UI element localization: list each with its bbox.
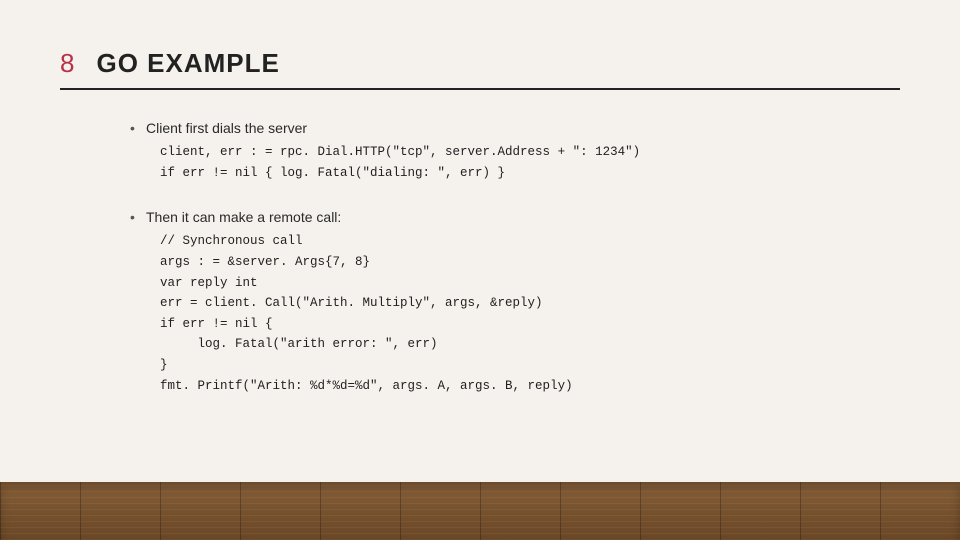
slide-content: Client first dials the server client, er…: [60, 120, 900, 396]
bullet-lead: Then it can make a remote call:: [130, 209, 900, 225]
code-line: fmt. Printf("Arith: %d*%d=%d", args. A, …: [160, 376, 900, 397]
code-line: if err != nil {: [160, 314, 900, 335]
code-line: }: [160, 355, 900, 376]
page-number: 8: [60, 50, 74, 76]
code-line: // Synchronous call: [160, 231, 900, 252]
code-line: args : = &server. Args{7, 8}: [160, 252, 900, 273]
slide-title: GO EXAMPLE: [96, 50, 279, 76]
wood-floor-decoration: [0, 482, 960, 540]
header-row: 8 GO EXAMPLE: [60, 50, 900, 76]
bullet-item: Client first dials the server client, er…: [130, 120, 900, 183]
bullet-item: Then it can make a remote call: // Synch…: [130, 209, 900, 396]
code-line: client, err : = rpc. Dial.HTTP("tcp", se…: [160, 142, 900, 163]
code-line: var reply int: [160, 273, 900, 294]
code-line: err = client. Call("Arith. Multiply", ar…: [160, 293, 900, 314]
code-block: // Synchronous call args : = &server. Ar…: [130, 231, 900, 396]
bullet-lead: Client first dials the server: [130, 120, 900, 136]
code-line: if err != nil { log. Fatal("dialing: ", …: [160, 163, 900, 184]
code-block: client, err : = rpc. Dial.HTTP("tcp", se…: [130, 142, 900, 183]
code-line: log. Fatal("arith error: ", err): [160, 334, 900, 355]
slide: 8 GO EXAMPLE Client first dials the serv…: [0, 0, 960, 540]
title-rule: [60, 88, 900, 90]
